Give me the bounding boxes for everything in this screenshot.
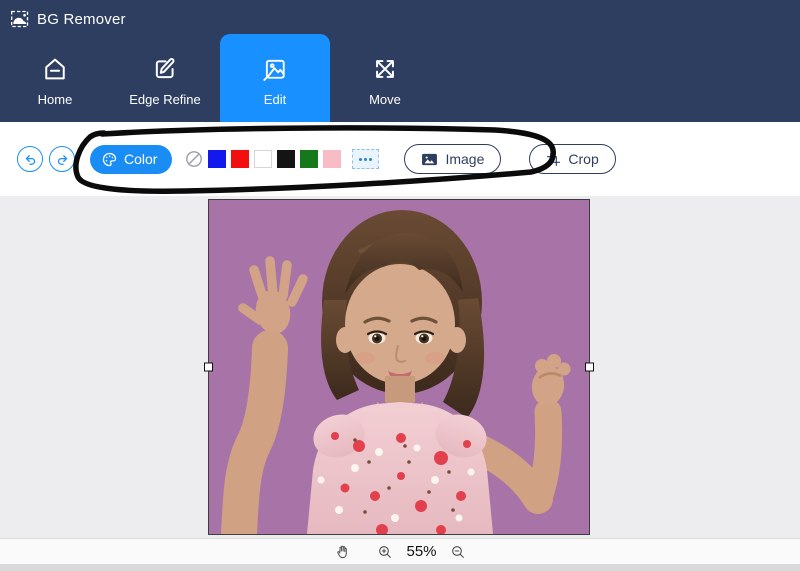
tab-home-label: Home [38, 92, 73, 107]
palette-icon [101, 151, 118, 168]
more-colors-button[interactable] [352, 149, 379, 169]
undo-arrow-icon [23, 152, 38, 167]
tab-move[interactable]: Move [330, 34, 440, 122]
move-icon [371, 55, 399, 83]
color-swatch-none[interactable] [185, 150, 203, 168]
app-header: BG Remover Home Edge Refine [0, 0, 800, 122]
app-title: BG Remover [37, 11, 126, 28]
more-colors-icon [359, 158, 362, 161]
color-swatch-blue[interactable] [208, 150, 226, 168]
color-swatch-green[interactable] [300, 150, 318, 168]
image-button-label: Image [445, 151, 484, 167]
undo-button[interactable] [17, 146, 43, 172]
more-colors-icon [369, 158, 372, 161]
color-swatch-black[interactable] [277, 150, 295, 168]
zoom-statusbar: 55% [0, 538, 800, 564]
edit-image-icon [261, 55, 289, 83]
nav-tabs: Home Edge Refine Edit [0, 34, 440, 122]
tab-edge-refine-label: Edge Refine [129, 92, 201, 107]
selection-handle-left[interactable] [204, 363, 213, 372]
app-logo: BG Remover [10, 9, 126, 29]
color-button-label: Color [124, 151, 157, 167]
tab-edit[interactable]: Edit [220, 34, 330, 122]
edit-toolbar: Color Image [0, 122, 800, 196]
photo-layer[interactable] [208, 199, 590, 535]
crop-icon [546, 152, 561, 167]
zoom-level-value: 55% [406, 543, 436, 560]
zoom-out-button[interactable] [450, 544, 466, 560]
zoom-in-button[interactable] [377, 544, 393, 560]
image-button[interactable]: Image [404, 144, 501, 174]
footer-strip [0, 564, 800, 571]
tab-move-label: Move [369, 92, 401, 107]
color-swatch-pink[interactable] [323, 150, 341, 168]
color-button[interactable]: Color [90, 145, 172, 174]
home-icon [41, 55, 69, 83]
more-colors-icon [364, 158, 367, 161]
editor-canvas[interactable] [0, 196, 800, 538]
tab-edge-refine[interactable]: Edge Refine [110, 34, 220, 122]
zoom-out-icon [450, 544, 466, 560]
tab-home[interactable]: Home [0, 34, 110, 122]
image-icon [421, 152, 438, 167]
tab-edit-label: Edit [264, 92, 286, 107]
color-swatch-red[interactable] [231, 150, 249, 168]
color-swatch-row [185, 149, 379, 169]
pan-hand-button[interactable] [334, 544, 350, 560]
photo-subject [209, 200, 589, 534]
hand-icon [334, 544, 350, 560]
crop-button[interactable]: Crop [529, 144, 615, 174]
color-swatch-white[interactable] [254, 150, 272, 168]
edge-refine-icon [151, 55, 179, 83]
redo-arrow-icon [55, 152, 70, 167]
bg-remover-logo-icon [10, 9, 30, 29]
zoom-in-icon [377, 544, 393, 560]
redo-button[interactable] [49, 146, 75, 172]
bg-remover-app: BG Remover Home Edge Refine [0, 0, 800, 571]
crop-button-label: Crop [568, 151, 598, 167]
selection-handle-right[interactable] [585, 363, 594, 372]
